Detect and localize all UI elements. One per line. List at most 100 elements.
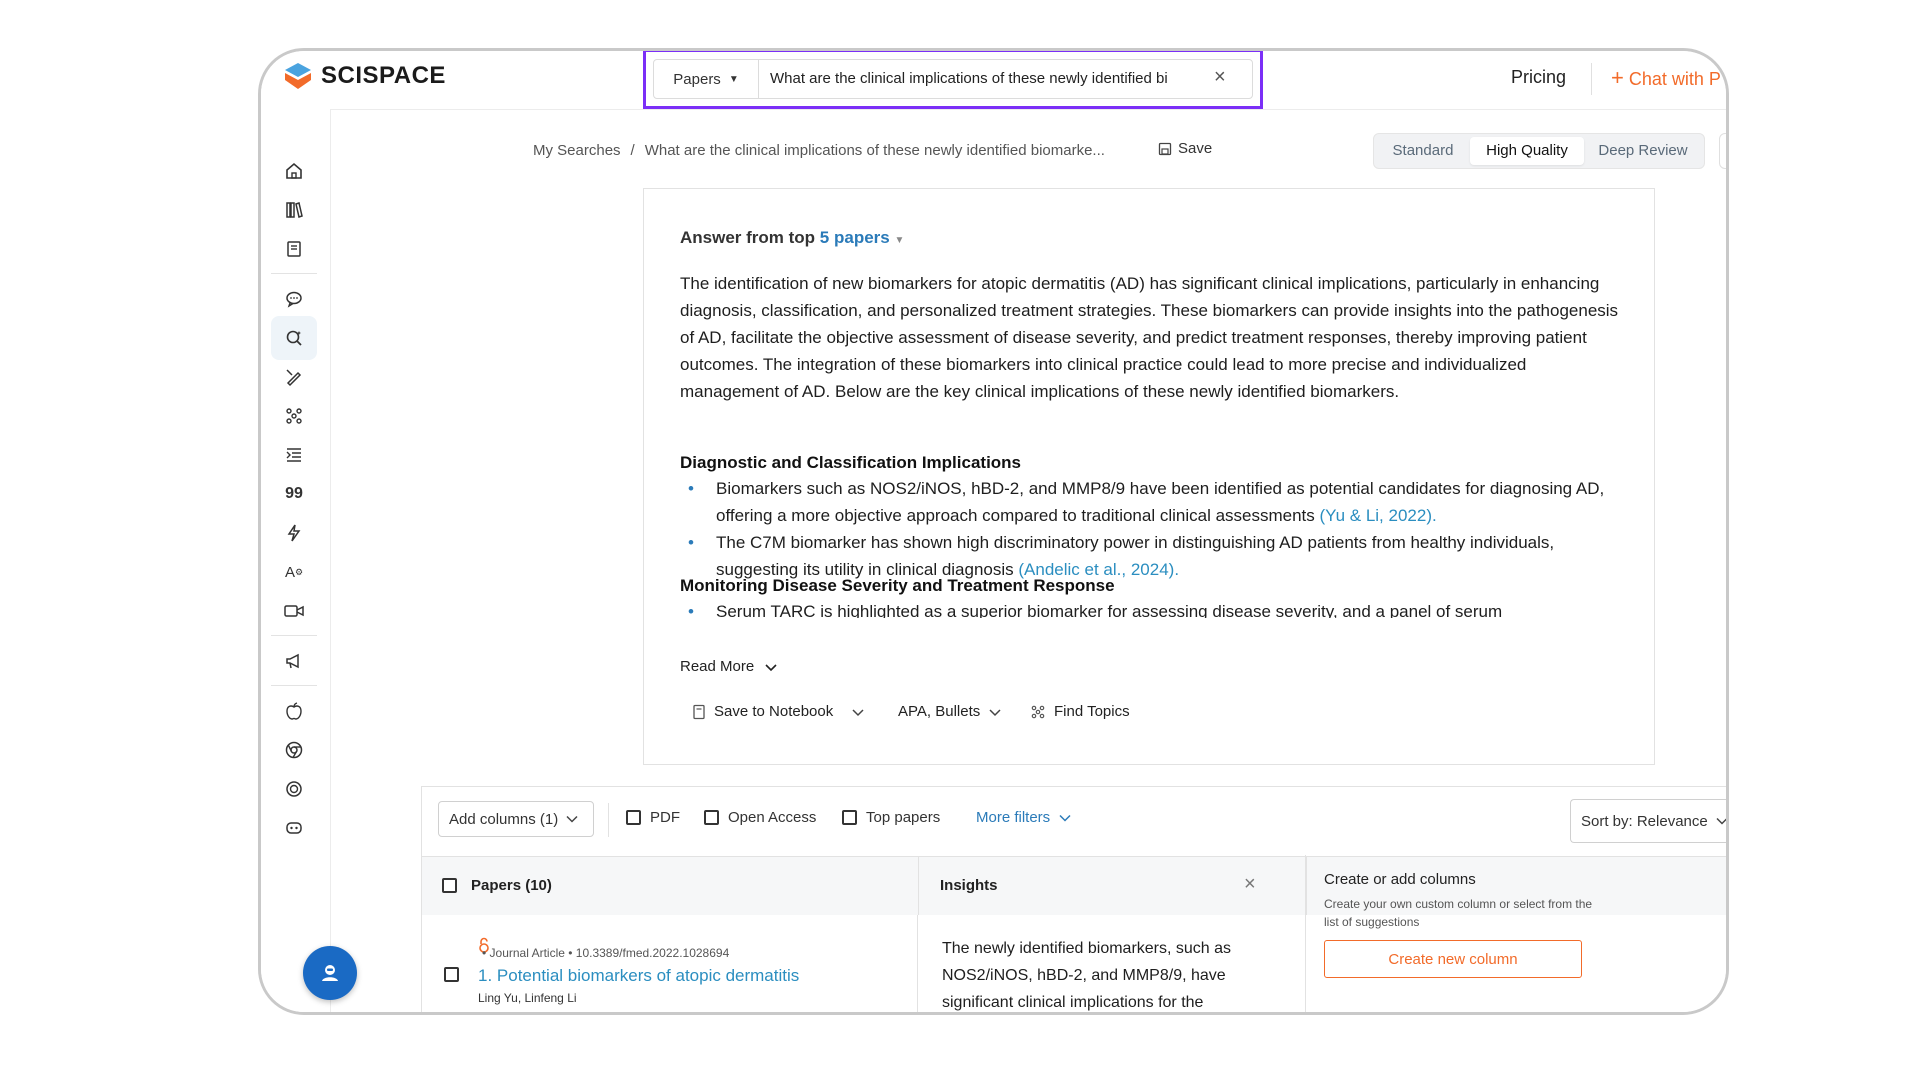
answer-heading-prefix: Answer from top — [680, 228, 816, 247]
filter-pdf-label: PDF — [650, 809, 680, 826]
filter-top-papers[interactable]: Top papers — [842, 809, 940, 826]
save-to-notebook-label: Save to Notebook — [714, 703, 834, 720]
video-icon[interactable] — [271, 589, 317, 633]
insights-column-label: Insights — [940, 877, 998, 894]
save-label: Save — [1178, 140, 1213, 157]
answer-heading: Answer from top 5 papers ▼ — [680, 228, 904, 248]
mode-high-quality[interactable]: High Quality — [1470, 137, 1584, 165]
checkbox[interactable] — [626, 810, 641, 825]
sidebar-divider — [271, 685, 317, 686]
filter-open-access[interactable]: Open Access — [704, 809, 816, 826]
find-topics-button[interactable]: Find Topics — [1030, 703, 1130, 720]
filter-pdf[interactable]: PDF — [626, 809, 680, 826]
paper-title-link[interactable]: 1. Potential biomarkers of atopic dermat… — [478, 966, 799, 986]
sidebar-divider — [271, 635, 317, 636]
citation-link[interactable]: (Yu & Li, 2022). — [1320, 506, 1437, 525]
add-columns-button[interactable]: Add columns (1) — [438, 801, 594, 837]
select-all-checkbox[interactable] — [442, 878, 457, 893]
section-bullets: Biomarkers such as NOS2/iNOS, hBD-2, and… — [680, 475, 1620, 583]
app-window: SCISPACE Papers ▼ What are the clinical … — [258, 48, 1729, 1015]
papers-column-label: Papers (10) — [471, 877, 552, 894]
checkbox[interactable] — [704, 810, 719, 825]
section-heading: Diagnostic and Classification Implicatio… — [680, 453, 1022, 472]
citation-icon[interactable]: 99 — [271, 472, 317, 516]
answer-summary: The identification of new biomarkers for… — [680, 274, 1619, 401]
pricing-link[interactable]: Pricing — [1511, 67, 1566, 88]
find-topics-label: Find Topics — [1054, 703, 1130, 720]
top-papers-dropdown[interactable]: 5 papers ▼ — [820, 228, 905, 247]
citation-style-dropdown[interactable]: APA, Bullets — [898, 703, 1002, 720]
search-highlight-frame — [643, 51, 1263, 109]
column-divider — [918, 857, 919, 917]
logo-text[interactable]: SCISPACE — [321, 62, 446, 90]
checkbox[interactable] — [842, 810, 857, 825]
section-bullets: Serum TARC is highlighted as a superior … — [680, 598, 1620, 618]
bullet-item: Serum TARC is highlighted as a superior … — [680, 598, 1620, 618]
section-heading: Monitoring Disease Severity and Treatmen… — [680, 576, 1115, 595]
row-checkbox[interactable] — [444, 967, 459, 982]
sort-label: Sort by: Relevance — [1581, 812, 1708, 830]
chevron-down-icon — [989, 708, 1001, 716]
breadcrumb-separator: / — [630, 142, 635, 159]
create-new-column-button[interactable]: Create new column — [1324, 940, 1582, 978]
topics-icon — [1031, 705, 1045, 718]
flash-icon[interactable] — [271, 511, 317, 555]
scispace-logo-icon — [285, 63, 311, 89]
results-filter-bar: Add columns (1) PDF Open Access Top pape… — [421, 786, 1726, 856]
breadcrumb: My Searches / What are the clinical implic… — [533, 142, 1105, 159]
mode-standard[interactable]: Standard — [1378, 137, 1468, 165]
insights-column-header: Insights — [940, 877, 998, 894]
chevron-down-icon — [765, 663, 777, 671]
chat-icon[interactable] — [271, 277, 317, 321]
answer-card: Answer from top 5 papers ▼ The identific… — [643, 188, 1655, 765]
save-icon — [1158, 142, 1172, 155]
chevron-down-icon — [566, 815, 578, 823]
literature-search-icon[interactable] — [271, 316, 317, 360]
filter-divider — [608, 803, 609, 837]
table-row: • Journal Article • 10.3389/fmed.2022.10… — [421, 855, 1726, 1012]
header-divider — [1591, 63, 1592, 95]
caret-down-icon: ▼ — [894, 235, 905, 246]
plus-icon: + — [1611, 65, 1624, 90]
chat-label: Chat with P — [1628, 69, 1721, 89]
save-to-notebook-button[interactable]: Save to Notebook — [692, 703, 865, 720]
outline-icon[interactable] — [271, 433, 317, 477]
filter-top-papers-label: Top papers — [866, 809, 941, 826]
breadcrumb-current: What are the clinical implications of th… — [644, 142, 1105, 159]
chevron-down-icon[interactable] — [851, 707, 865, 717]
chevron-down-icon — [1059, 814, 1071, 822]
assistant-icon — [322, 965, 338, 981]
save-button[interactable]: Save — [1158, 140, 1212, 157]
answer-mode-selector: Standard High Quality Deep Review — [1373, 133, 1705, 169]
add-columns-label: Add columns (1) — [449, 810, 559, 828]
home-icon[interactable] — [271, 149, 317, 193]
column-divider — [1305, 855, 1306, 1012]
read-more-label: Read More — [680, 658, 755, 675]
citation-style-label: APA, Bullets — [898, 703, 981, 720]
read-more-button[interactable]: Read More — [680, 658, 778, 675]
paper-meta: • Journal Article • 10.3389/fmed.2022.10… — [482, 946, 730, 960]
mode-deep-review[interactable]: Deep Review — [1586, 137, 1700, 165]
assistant-fab-button[interactable] — [303, 946, 357, 1000]
writer-icon[interactable] — [271, 355, 317, 399]
chat-with-pdf-button[interactable]: + Chat with P — [1611, 65, 1721, 91]
openai-icon[interactable] — [271, 767, 317, 811]
create-columns-description: Create your own custom column or select … — [1324, 897, 1593, 929]
discord-icon[interactable] — [271, 806, 317, 850]
ai-detector-icon[interactable]: A ⚙ — [271, 550, 317, 594]
announcement-icon[interactable] — [271, 639, 317, 683]
bullet-item: Biomarkers such as NOS2/iNOS, hBD-2, and… — [680, 475, 1620, 529]
apple-icon[interactable] — [271, 689, 317, 733]
library-icon[interactable] — [271, 188, 317, 232]
topics-icon[interactable] — [271, 394, 317, 438]
bullet-item: The C7M biomarker has shown high discrim… — [680, 529, 1620, 583]
language-button[interactable] — [1719, 133, 1726, 169]
papers-column-header: Papers (10) — [442, 877, 552, 894]
chevron-down-icon — [1716, 817, 1726, 825]
remove-column-icon[interactable]: × — [1244, 873, 1256, 896]
sort-dropdown[interactable]: Sort by: Relevance — [1570, 799, 1726, 843]
notebook-icon[interactable] — [271, 227, 317, 271]
breadcrumb-root[interactable]: My Searches — [533, 142, 621, 159]
chrome-icon[interactable] — [271, 728, 317, 772]
more-filters-button[interactable]: More filters — [976, 809, 1071, 826]
